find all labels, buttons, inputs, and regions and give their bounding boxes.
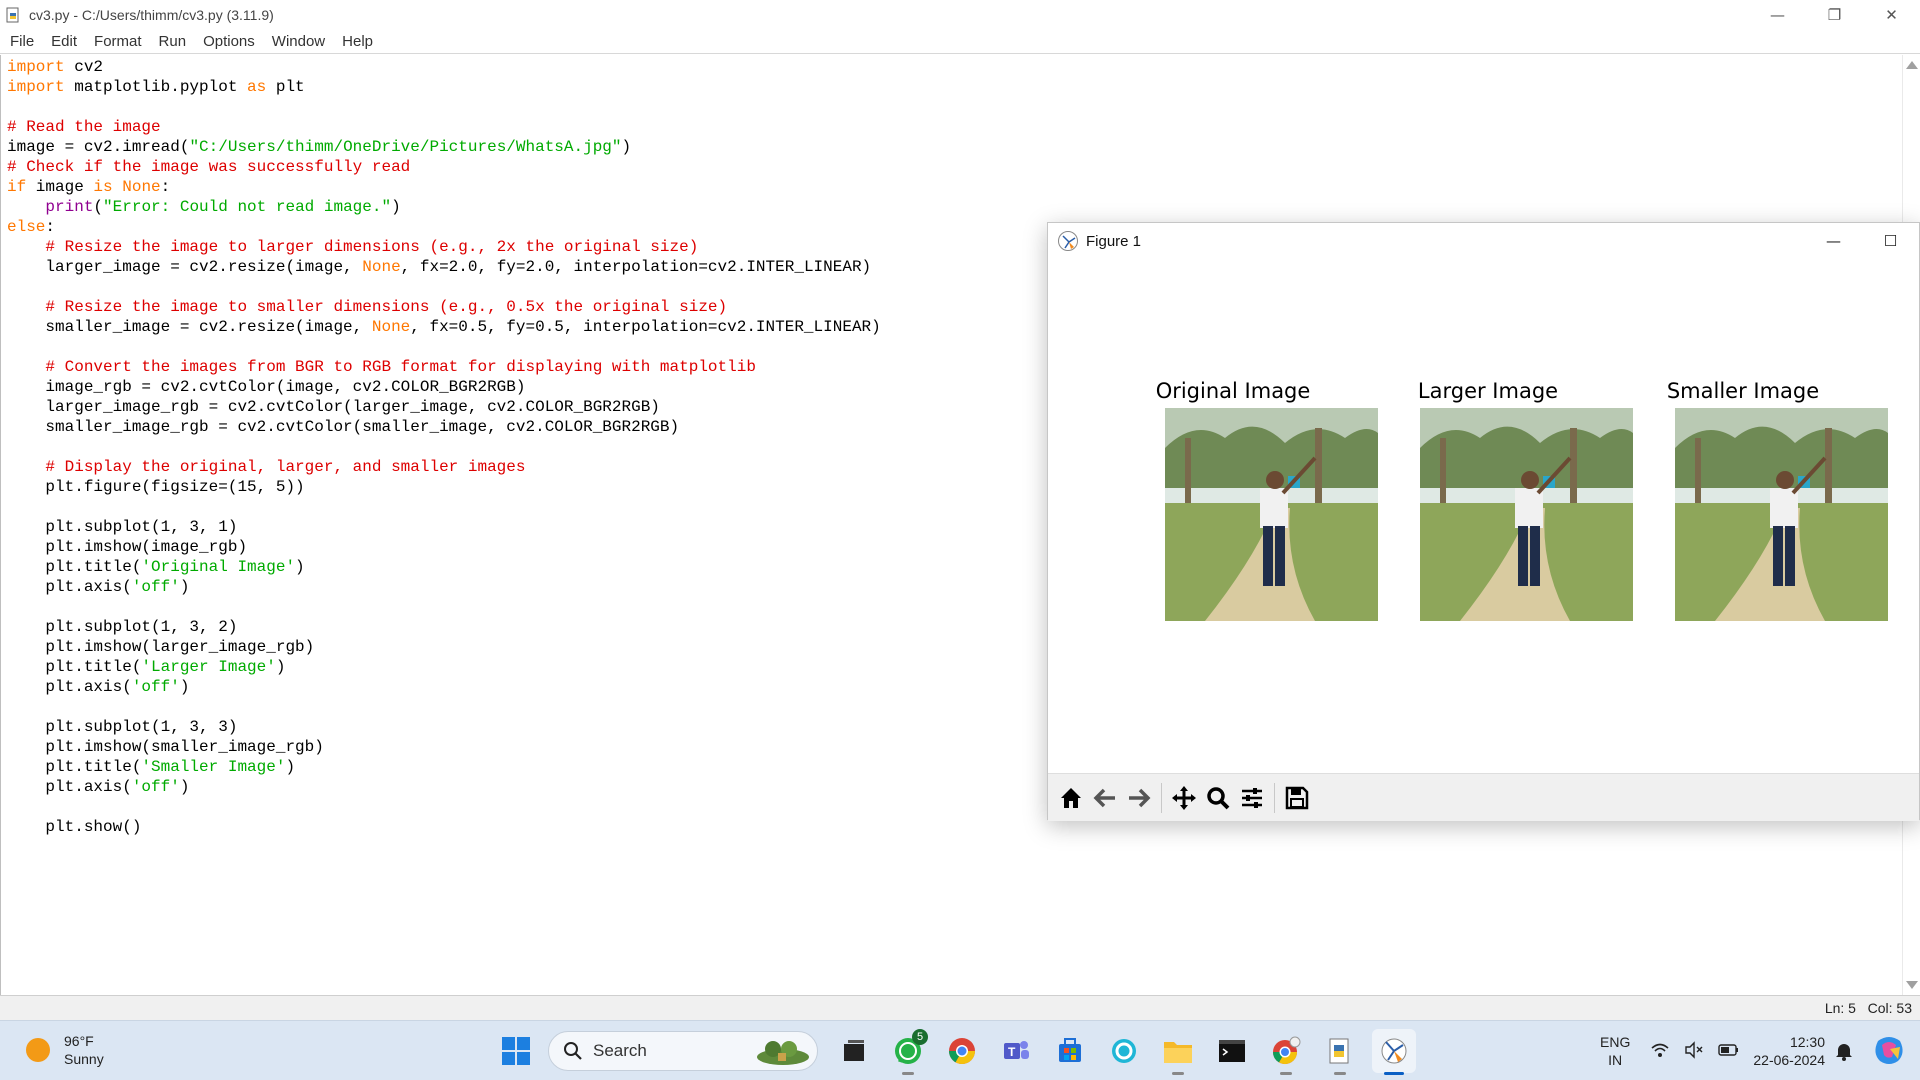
window-title: cv3.py - C:/Users/thimm/cv3.py (3.11.9) bbox=[29, 6, 274, 23]
menu-window[interactable]: Window bbox=[272, 33, 325, 50]
idle-titlebar: cv3.py - C:/Users/thimm/cv3.py (3.11.9) … bbox=[0, 0, 1920, 29]
menu-help[interactable]: Help bbox=[342, 33, 373, 50]
figure-maximize-button[interactable]: ☐ bbox=[1862, 223, 1919, 259]
terminal-icon[interactable] bbox=[1210, 1029, 1254, 1073]
python-file-icon bbox=[5, 7, 21, 23]
active-indicator bbox=[1384, 1072, 1404, 1075]
forward-arrow-icon[interactable] bbox=[1122, 781, 1156, 815]
pan-icon[interactable] bbox=[1167, 781, 1201, 815]
figure-canvas[interactable]: Original Image Larger Image Smaller Imag… bbox=[1048, 259, 1919, 773]
larger-image bbox=[1420, 408, 1633, 621]
menu-format[interactable]: Format bbox=[94, 33, 142, 50]
matplotlib-figure-taskbar-icon[interactable] bbox=[1372, 1029, 1416, 1075]
menu-edit[interactable]: Edit bbox=[51, 33, 77, 50]
save-icon[interactable] bbox=[1280, 781, 1314, 815]
clock[interactable]: 12:30 22-06-2024 bbox=[1735, 1033, 1825, 1069]
search-label: Search bbox=[593, 1041, 647, 1060]
menu-file[interactable]: File bbox=[10, 33, 34, 50]
whatsapp-icon[interactable]: 5 bbox=[886, 1029, 930, 1075]
alexa-icon[interactable] bbox=[1102, 1029, 1146, 1073]
running-indicator bbox=[1280, 1072, 1292, 1075]
scroll-down-arrow-icon[interactable] bbox=[1906, 981, 1918, 989]
minimize-button[interactable]: — bbox=[1749, 0, 1806, 29]
chrome-icon[interactable] bbox=[940, 1029, 984, 1073]
figure-minimize-button[interactable]: — bbox=[1805, 223, 1862, 259]
back-arrow-icon[interactable] bbox=[1088, 781, 1122, 815]
weather-widget[interactable]: 96°F Sunny bbox=[26, 1032, 104, 1068]
figure-toolbar bbox=[1048, 773, 1919, 821]
language-code: ENG bbox=[1600, 1034, 1631, 1050]
notification-bell-icon[interactable] bbox=[1835, 1041, 1853, 1065]
teams-icon[interactable]: T bbox=[994, 1029, 1038, 1073]
subplot-title-smaller: Smaller Image bbox=[1666, 379, 1820, 403]
chrome-profile-icon[interactable] bbox=[1264, 1029, 1308, 1075]
toolbar-separator bbox=[1161, 782, 1162, 813]
weather-description: Sunny bbox=[64, 1051, 104, 1067]
taskbar: 96°F Sunny Search 5 T ENG IN 12:30 22-06… bbox=[0, 1020, 1920, 1080]
wifi-icon[interactable] bbox=[1650, 1041, 1670, 1063]
menu-options[interactable]: Options bbox=[203, 33, 255, 50]
line-number: Ln: 5 bbox=[1824, 1000, 1856, 1016]
maximize-button[interactable]: ❐ bbox=[1806, 0, 1863, 29]
whatsapp-badge: 5 bbox=[912, 1029, 928, 1045]
column-number: Col: 53 bbox=[1867, 1000, 1912, 1016]
original-image bbox=[1165, 408, 1378, 621]
menu-bar: File Edit Format Run Options Window Help bbox=[0, 29, 1920, 54]
copilot-icon[interactable] bbox=[1872, 1033, 1906, 1071]
svg-text:T: T bbox=[1008, 1045, 1016, 1059]
search-highlight-icon bbox=[757, 1041, 809, 1065]
zoom-icon[interactable] bbox=[1201, 781, 1235, 815]
sun-icon bbox=[26, 1038, 50, 1062]
file-explorer-icon[interactable] bbox=[1156, 1029, 1200, 1075]
start-button[interactable] bbox=[494, 1029, 538, 1073]
region-code: IN bbox=[1608, 1052, 1623, 1068]
scroll-up-arrow-icon[interactable] bbox=[1906, 61, 1918, 69]
figure-title: Figure 1 bbox=[1086, 232, 1142, 250]
matplotlib-icon bbox=[1058, 231, 1078, 251]
clock-time: 12:30 bbox=[1789, 1034, 1825, 1050]
subplot-title-larger: Larger Image bbox=[1417, 379, 1559, 403]
close-button[interactable]: ✕ bbox=[1863, 0, 1920, 29]
source-code[interactable]: import cv2 import matplotlib.pyplot as p… bbox=[7, 57, 881, 837]
weather-temperature: 96°F bbox=[64, 1033, 94, 1049]
running-indicator bbox=[902, 1072, 914, 1075]
figure-titlebar[interactable]: Figure 1 — ☐ bbox=[1048, 223, 1919, 259]
configure-subplots-icon[interactable] bbox=[1235, 781, 1269, 815]
language-indicator[interactable]: ENG IN bbox=[1600, 1033, 1630, 1069]
clock-date: 22-06-2024 bbox=[1753, 1052, 1825, 1068]
home-icon[interactable] bbox=[1054, 781, 1088, 815]
running-indicator bbox=[1172, 1072, 1184, 1075]
task-view-icon[interactable] bbox=[832, 1029, 876, 1073]
toolbar-separator bbox=[1274, 782, 1275, 813]
subplot-title-original: Original Image bbox=[1155, 379, 1311, 403]
running-indicator bbox=[1334, 1072, 1346, 1075]
taskbar-search[interactable]: Search bbox=[548, 1031, 818, 1071]
microsoft-store-icon[interactable] bbox=[1048, 1029, 1092, 1073]
search-icon bbox=[564, 1042, 582, 1060]
python-idle-icon[interactable] bbox=[1318, 1029, 1362, 1075]
smaller-image bbox=[1675, 408, 1888, 621]
figure-window[interactable]: Figure 1 — ☐ Original Image Larger Image… bbox=[1047, 222, 1920, 821]
status-bar: Ln: 5 Col: 53 bbox=[0, 995, 1920, 1020]
cursor-position: Ln: 5 Col: 53 bbox=[1825, 1000, 1912, 1016]
volume-muted-icon[interactable] bbox=[1684, 1041, 1704, 1063]
desktop: cv3.py - C:/Users/thimm/cv3.py (3.11.9) … bbox=[0, 0, 1920, 1080]
menu-run[interactable]: Run bbox=[159, 33, 187, 50]
